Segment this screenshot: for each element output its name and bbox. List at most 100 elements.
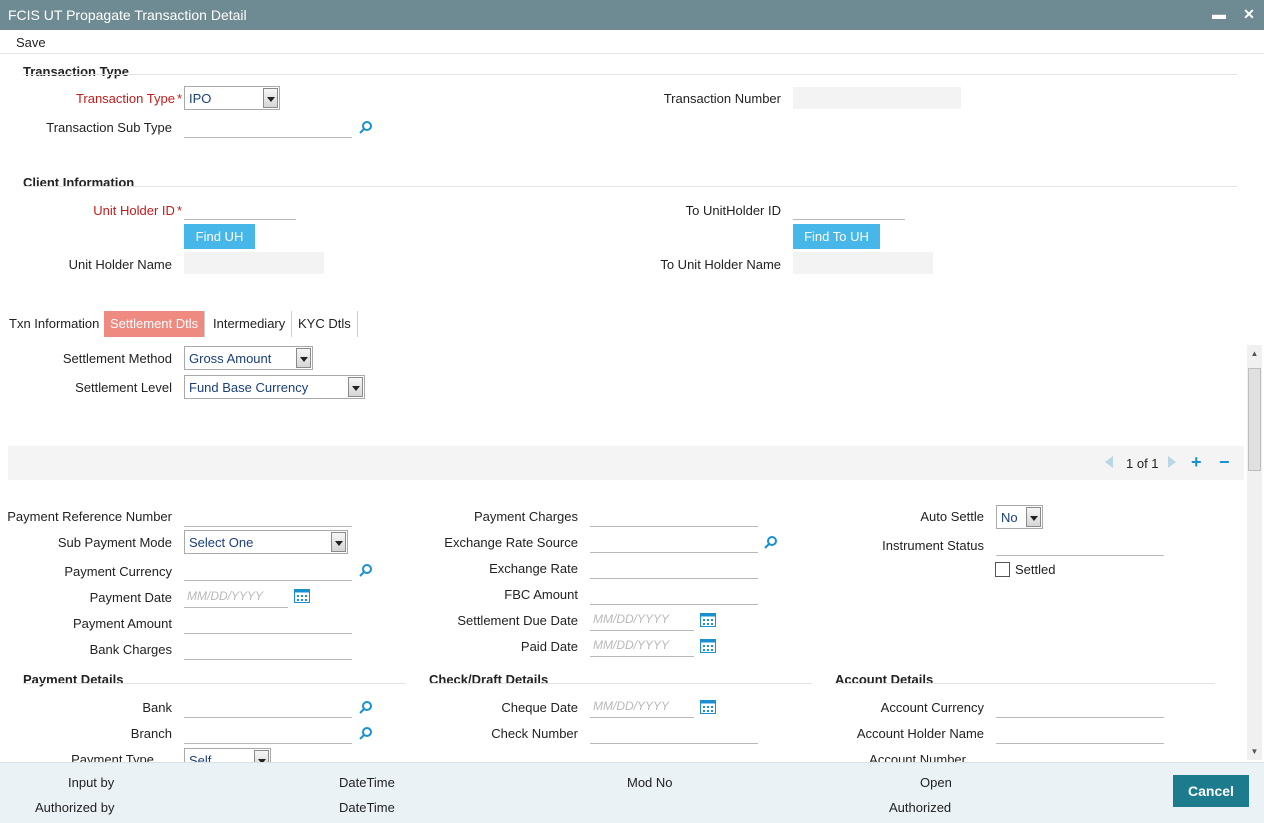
bank-label: Bank [142,700,172,715]
settlement-method-select[interactable]: Gross Amount [184,346,313,370]
account-holder-name-label: Account Holder Name [856,726,984,741]
scroll-down-icon[interactable]: ▼ [1248,746,1261,758]
sub-payment-mode-label: Sub Payment Mode [57,535,172,550]
scroll-up-icon[interactable]: ▲ [1248,348,1261,360]
payment-date-input[interactable]: MM/DD/YYYY [184,584,288,608]
payment-charges-input[interactable] [590,503,758,527]
section-divider [23,186,1237,187]
payment-type-value: Self [189,753,212,762]
payment-reference-number-input[interactable] [184,503,352,527]
exchange-rate-input[interactable] [590,555,758,579]
account-currency-input[interactable] [996,694,1164,718]
settlement-level-value: Fund Base Currency [189,380,309,395]
search-icon[interactable] [764,535,778,549]
unit-holder-id-input[interactable] [184,196,296,220]
to-unitholder-id-input[interactable] [793,196,905,220]
payment-type-select[interactable]: Self [184,748,271,762]
instrument-status-input[interactable] [996,532,1164,556]
previous-page-icon[interactable] [1103,454,1115,470]
transaction-sub-type-label: Transaction Sub Type [46,120,172,135]
settled-label: Settled [1015,562,1056,577]
unit-holder-name-field [184,252,324,274]
exchange-rate-label: Exchange Rate [489,561,578,576]
branch-input[interactable] [184,720,352,744]
transaction-type-select[interactable]: IPO [184,86,280,110]
calendar-icon[interactable] [294,589,310,603]
multi-record-bar [8,446,1244,480]
datetime-label: DateTime [339,800,395,815]
settlement-due-date-input[interactable]: MM/DD/YYYY [590,607,694,631]
tab-kyc-dtls[interactable]: KYC Dtls [292,311,358,337]
sub-payment-mode-select[interactable]: Select One [184,530,348,554]
payment-amount-label: Payment Amount [73,616,172,631]
section-divider [835,683,1215,684]
client-information-header: Client Information [23,175,135,190]
chevron-down-icon[interactable] [263,88,278,108]
check-number-input[interactable] [590,720,758,744]
paid-date-input[interactable]: MM/DD/YYYY [590,633,694,657]
account-holder-name-input[interactable] [996,720,1164,744]
payment-currency-input[interactable] [184,557,352,581]
search-icon[interactable] [359,726,373,740]
cancel-button[interactable]: Cancel [1173,775,1249,807]
auto-settle-select[interactable]: No [996,505,1043,529]
cheque-date-label: Cheque Date [501,700,578,715]
section-divider [23,683,406,684]
payment-currency-label: Payment Currency [64,564,172,579]
section-divider [23,74,1237,75]
save-button[interactable]: Save [16,35,46,50]
calendar-icon[interactable] [700,613,716,627]
settled-checkbox[interactable] [995,562,1010,577]
section-divider [429,683,812,684]
payment-details-header: Payment Details [23,672,124,687]
tab-txn-information[interactable]: Txn Information [3,311,107,337]
audit-footer: Input by DateTime Mod No Open Authorized… [0,762,1264,823]
search-icon[interactable] [359,120,373,134]
search-icon[interactable] [359,563,373,577]
next-page-icon[interactable] [1166,454,1178,470]
fbc-amount-input[interactable] [590,581,758,605]
exchange-rate-source-input[interactable] [590,529,758,553]
find-to-uh-button[interactable]: Find To UH [793,224,880,249]
scrollbar-thumb[interactable] [1248,368,1261,471]
search-icon[interactable] [359,700,373,714]
bank-input[interactable] [184,694,352,718]
check-number-label: Check Number [491,726,578,741]
menu-bar: Save [0,30,1264,54]
close-icon[interactable]: ✕ [1240,4,1258,24]
calendar-icon[interactable] [700,639,716,653]
chevron-down-icon[interactable] [1026,507,1041,527]
transaction-sub-type-input[interactable] [184,114,352,138]
settlement-level-select[interactable]: Fund Base Currency [184,375,365,399]
paid-date-label: Paid Date [520,639,578,654]
remove-row-button[interactable]: − [1219,452,1230,473]
minimize-icon[interactable]: ▬ [1210,4,1228,24]
instrument-status-label: Instrument Status [882,538,984,553]
add-row-button[interactable]: + [1191,452,1202,473]
datetime-label: DateTime [339,775,395,790]
tab-settlement-dtls[interactable]: Settlement Dtls [104,311,206,337]
payment-date-label: Payment Date [89,590,172,605]
fbc-amount-label: FBC Amount [504,587,578,602]
input-by-label: Input by [68,775,115,790]
to-unit-holder-name-field [793,252,933,274]
payment-type-label: Payment Type [71,752,154,762]
transaction-type-header: Transaction Type [23,64,129,79]
auto-settle-value: No [1001,510,1018,525]
tab-intermediary[interactable]: Intermediary [207,311,293,337]
transaction-type-value: IPO [189,91,212,106]
chevron-down-icon[interactable] [331,532,346,552]
cheque-date-input[interactable]: MM/DD/YYYY [590,694,694,718]
find-uh-button[interactable]: Find UH [184,224,255,249]
bank-charges-input[interactable] [184,636,352,660]
payment-reference-number-label: Payment Reference Number [7,509,172,524]
chevron-down-icon[interactable] [348,377,363,397]
chevron-down-icon[interactable] [254,750,269,762]
account-details-header: Account Details [835,672,934,687]
payment-amount-input[interactable] [184,610,352,634]
chevron-down-icon[interactable] [296,348,311,368]
account-currency-label: Account Currency [880,700,984,715]
transaction-type-label: Transaction Type * [75,91,182,106]
calendar-icon[interactable] [700,700,716,714]
settlement-level-label: Settlement Level [75,380,172,395]
